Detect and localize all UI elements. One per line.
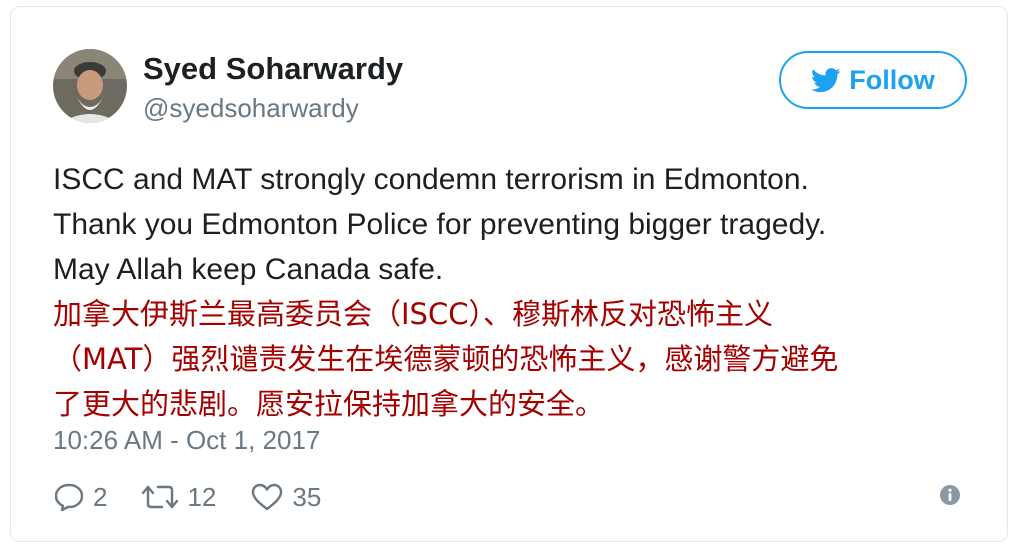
heart-icon bbox=[250, 482, 284, 512]
like-button[interactable]: 35 bbox=[250, 482, 321, 513]
follow-label: Follow bbox=[849, 64, 935, 95]
follow-button[interactable]: Follow bbox=[779, 51, 967, 109]
avatar-image bbox=[53, 49, 127, 123]
retweet-button[interactable]: 12 bbox=[141, 482, 216, 513]
tweet-line: ISCC and MAT strongly condemn terrorism … bbox=[53, 163, 809, 196]
tweet-card: Syed Soharwardy @syedsoharwardy Follow I… bbox=[10, 6, 1008, 542]
like-count: 35 bbox=[292, 481, 322, 512]
avatar[interactable] bbox=[53, 49, 127, 123]
tweet-timestamp[interactable]: 10:26 AM - Oct 1, 2017 bbox=[53, 425, 320, 456]
tweet-line: May Allah keep Canada safe. bbox=[53, 253, 444, 286]
author-handle[interactable]: @syedsoharwardy bbox=[143, 93, 359, 124]
retweet-icon bbox=[141, 482, 179, 512]
author-display-name[interactable]: Syed Soharwardy bbox=[143, 51, 403, 87]
reply-icon bbox=[53, 482, 85, 512]
reply-button[interactable]: 2 bbox=[53, 482, 107, 513]
tweet-actions: 2 12 35 bbox=[53, 477, 355, 517]
info-icon[interactable] bbox=[939, 484, 961, 506]
retweet-count: 12 bbox=[187, 481, 217, 512]
tweet-translation: 加拿大伊斯兰最高委员会（ISCC）、穆斯林反对恐怖主义 （MAT）强烈谴责发生在… bbox=[53, 297, 839, 421]
twitter-bird-icon bbox=[811, 67, 841, 93]
reply-count: 2 bbox=[93, 481, 108, 512]
tweet-line: Thank you Edmonton Police for preventing… bbox=[53, 208, 827, 241]
tweet-text: ISCC and MAT strongly condemn terrorism … bbox=[53, 157, 973, 427]
